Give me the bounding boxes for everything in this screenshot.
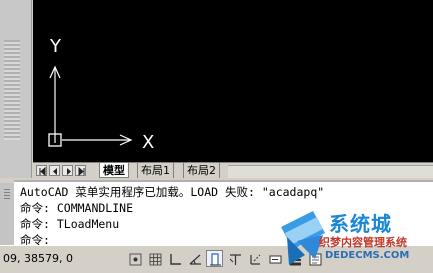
object-snap-tracking-icon[interactable] xyxy=(226,250,243,267)
coordinate-readout[interactable]: 09, 38579, 0 xyxy=(3,252,73,265)
command-history-line: 命令: COMMANDLINE xyxy=(20,201,134,215)
last-tab-icon[interactable] xyxy=(75,165,86,176)
command-window-grip[interactable] xyxy=(0,183,14,245)
next-tab-icon[interactable] xyxy=(62,165,73,176)
y-axis-label: Y xyxy=(49,36,62,57)
watermark-url: DEDECMS.COM xyxy=(325,250,410,261)
prev-tab-icon[interactable] xyxy=(49,165,60,176)
ucs-icon: Y X xyxy=(48,36,154,153)
toolbar-grip[interactable] xyxy=(4,40,20,140)
object-snap-icon[interactable] xyxy=(206,250,223,267)
grid-display-icon[interactable] xyxy=(146,250,163,267)
watermark-logo: 系统城 织梦内容管理系统 DEDECMS.COM xyxy=(275,205,433,272)
ortho-mode-icon[interactable] xyxy=(166,250,183,267)
drawing-viewport[interactable]: Y X xyxy=(33,0,433,162)
command-history-line: AutoCAD 菜单实用程序已加载。LOAD 失败: "acadapq" xyxy=(20,185,325,199)
polar-tracking-icon[interactable] xyxy=(186,250,203,267)
tab-layout2[interactable]: 布局2 xyxy=(183,163,220,178)
snap-mode-icon[interactable] xyxy=(126,250,143,267)
first-tab-icon[interactable] xyxy=(36,165,47,176)
tab-model[interactable]: 模型 xyxy=(99,163,129,178)
command-history-line: 命令: TLoadMenu xyxy=(20,217,120,231)
watermark-subtitle: 织梦内容管理系统 xyxy=(319,236,407,249)
horizontal-scrollbar[interactable] xyxy=(228,165,433,178)
watermark-brand: 系统城 xyxy=(329,212,392,236)
left-toolbar-strip xyxy=(0,0,32,178)
tab-layout1[interactable]: 布局1 xyxy=(137,163,174,178)
layout-tab-bar: 模型 布局1 布局2 xyxy=(33,162,433,179)
x-axis-label: X xyxy=(142,132,154,153)
allow-ucs-icon[interactable] xyxy=(246,250,263,267)
